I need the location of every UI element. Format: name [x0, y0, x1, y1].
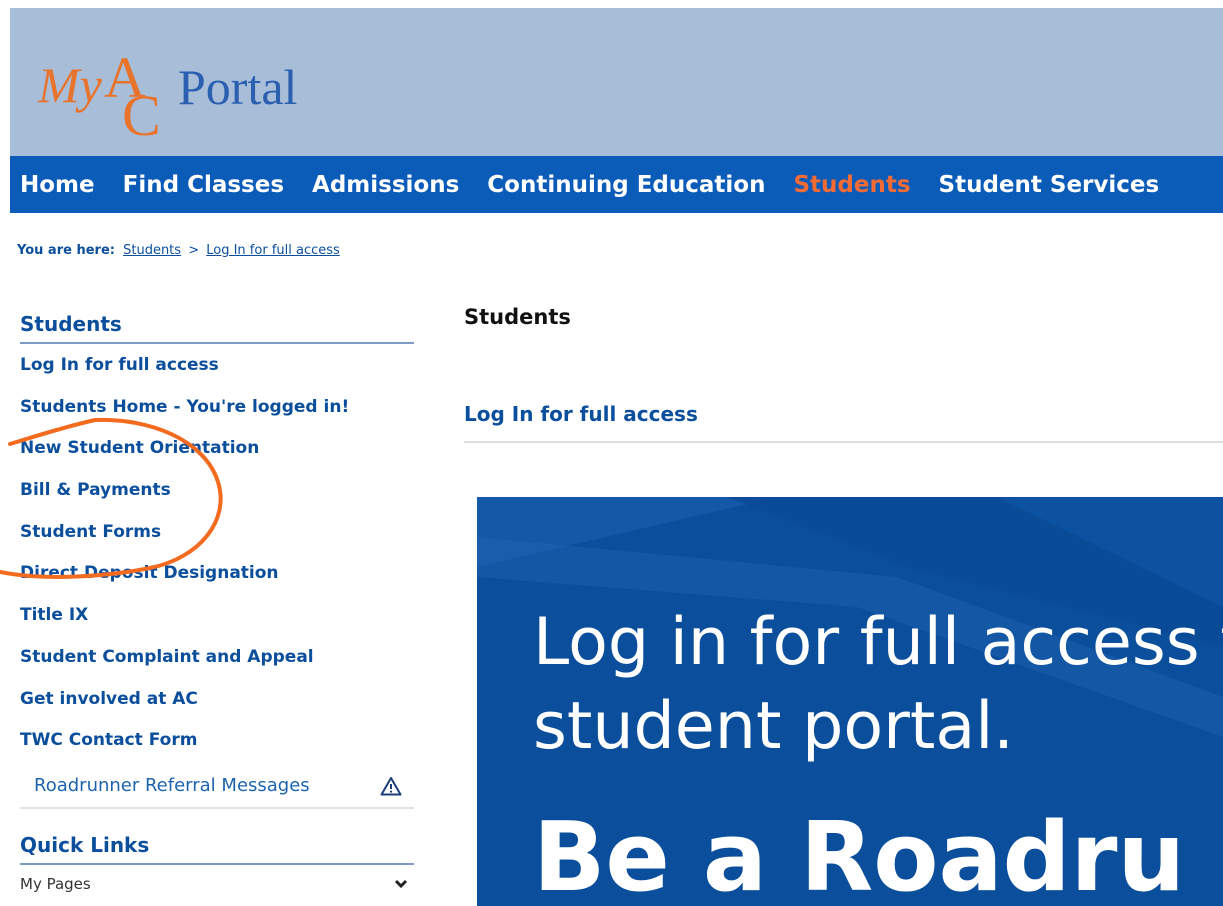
- logo-c-text: C: [122, 83, 161, 148]
- logo-my-text: My: [38, 57, 102, 113]
- quick-links: Quick Links My Pages: [20, 833, 414, 893]
- nav-admissions[interactable]: Admissions: [312, 172, 459, 198]
- nav-continuing-education[interactable]: Continuing Education: [487, 172, 765, 198]
- sidebar-item-students-home[interactable]: Students Home - You're logged in!: [20, 396, 414, 438]
- login-full-access-link[interactable]: Log In for full access: [464, 402, 698, 426]
- chevron-down-icon: [394, 879, 408, 888]
- sidebar-list: Log In for full access Students Home - Y…: [20, 354, 414, 771]
- roadrunner-referral-label: Roadrunner Referral Messages: [34, 775, 310, 797]
- sidebar-item-new-student-orientation[interactable]: New Student Orientation: [20, 437, 414, 479]
- myac-portal-logo[interactable]: My A C Portal: [38, 45, 338, 148]
- breadcrumb-link-students[interactable]: Students: [123, 243, 181, 258]
- header-banner: My A C Portal: [10, 8, 1223, 156]
- sidebar-item-login[interactable]: Log In for full access: [20, 354, 414, 396]
- sidebar-item-title-ix[interactable]: Title IX: [20, 604, 414, 646]
- login-banner[interactable]: Log in for full access t student portal.…: [477, 497, 1223, 906]
- page-title: Students: [464, 305, 571, 329]
- nav-student-services[interactable]: Student Services: [939, 172, 1160, 198]
- main-nav: Home Find Classes Admissions Continuing …: [10, 156, 1223, 213]
- breadcrumb-link-login[interactable]: Log In for full access: [206, 243, 340, 258]
- banner-headline: Log in for full access t student portal.: [533, 601, 1223, 769]
- breadcrumb-separator: >: [188, 243, 200, 258]
- quick-links-title: Quick Links: [20, 833, 414, 865]
- quick-links-select[interactable]: My Pages: [20, 875, 414, 893]
- sidebar-item-roadrunner-referral[interactable]: Roadrunner Referral Messages: [20, 765, 414, 809]
- logo-portal-text: Portal: [178, 59, 298, 115]
- sidebar-item-direct-deposit[interactable]: Direct Deposit Designation: [20, 562, 414, 604]
- nav-students[interactable]: Students: [793, 172, 910, 198]
- nav-home[interactable]: Home: [20, 172, 95, 198]
- content-divider: [464, 441, 1223, 443]
- banner-line-2: student portal.: [533, 689, 1014, 764]
- sidebar: Students Log In for full access Students…: [20, 312, 414, 893]
- sidebar-item-get-involved[interactable]: Get involved at AC: [20, 688, 414, 730]
- breadcrumb: You are here: Students > Log In for full…: [17, 243, 340, 258]
- quick-links-select-value: My Pages: [20, 874, 91, 893]
- banner-big-text: Be a Roadru: [533, 803, 1186, 906]
- sidebar-item-complaint-appeal[interactable]: Student Complaint and Appeal: [20, 646, 414, 688]
- sidebar-item-bill-payments[interactable]: Bill & Payments: [20, 479, 414, 521]
- banner-line-1: Log in for full access t: [533, 605, 1223, 680]
- sidebar-item-student-forms[interactable]: Student Forms: [20, 521, 414, 563]
- warning-icon: [380, 776, 402, 796]
- sidebar-title: Students: [20, 312, 414, 344]
- nav-find-classes[interactable]: Find Classes: [123, 172, 284, 198]
- breadcrumb-label: You are here:: [17, 243, 115, 258]
